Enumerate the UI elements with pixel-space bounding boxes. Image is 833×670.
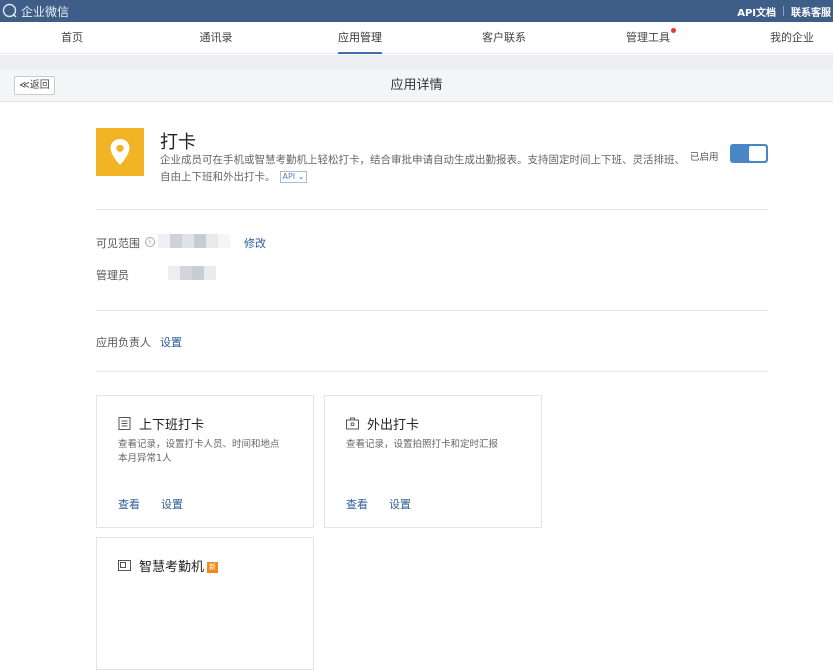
card-clock-in: 上下班打卡 查看记录，设置打卡人员、时间和地点 本月异常1人 查看 设置: [96, 395, 314, 528]
nav-item-app-management[interactable]: 应用管理: [338, 22, 382, 54]
api-tag-label: API: [282, 172, 296, 181]
notification-dot: [671, 28, 676, 33]
divider: [96, 310, 768, 311]
card-description-line: 查看记录，设置拍照打卡和定时汇报: [346, 439, 499, 450]
divider: [96, 371, 768, 372]
nav-item-management-tools[interactable]: 管理工具: [626, 22, 670, 54]
api-tag[interactable]: API ⌄: [279, 171, 308, 183]
main-nav: 首页 通讯录 应用管理 客户联系 管理工具 我的企业: [0, 22, 833, 54]
edit-visibility-link[interactable]: 修改: [244, 235, 266, 251]
back-button[interactable]: ≪返回: [14, 76, 55, 95]
status-label: 已启用: [690, 152, 719, 163]
card-description: 查看记录，设置打卡人员、时间和地点 本月异常1人: [118, 438, 308, 466]
app-description-text: 企业成员可在手机或智慧考勤机上轻松打卡，结合审批申请自动生成出勤报表。支持固定时…: [160, 154, 685, 183]
nav-item-home[interactable]: 首页: [61, 22, 83, 54]
info-icon[interactable]: i: [145, 237, 155, 247]
view-button[interactable]: 查看: [118, 496, 140, 512]
view-button[interactable]: 查看: [346, 496, 368, 512]
enable-toggle[interactable]: [730, 144, 768, 163]
attendance-machine-icon: [118, 560, 131, 571]
nav-item-my-enterprise[interactable]: 我的企业: [770, 22, 814, 54]
visibility-label: 可见范围: [96, 237, 140, 250]
admin-value: [168, 266, 216, 280]
card-title-text: 智慧考勤机: [139, 560, 205, 575]
top-links: API文档 联系客服: [737, 0, 833, 22]
section-gap: [0, 55, 833, 70]
card-description: 查看记录，设置拍照打卡和定时汇报: [346, 438, 536, 452]
new-badge: 新: [207, 562, 219, 573]
list-document-icon: [118, 417, 131, 430]
contact-support-link[interactable]: 联系客服: [791, 4, 831, 19]
divider: [96, 209, 768, 210]
set-owner-link[interactable]: 设置: [160, 334, 182, 350]
top-bar: 企业微信 API文档 联系客服: [0, 0, 833, 22]
api-doc-link[interactable]: API文档: [737, 4, 776, 19]
card-attendance-machine: 智慧考勤机新: [96, 537, 314, 670]
sub-header: 应用详情 ≪返回: [0, 70, 833, 102]
admin-label: 管理员: [96, 269, 129, 282]
card-description-line: 查看记录，设置打卡人员、时间和地点: [118, 439, 280, 450]
card-title: 上下班打卡: [139, 418, 205, 433]
nav-item-contacts[interactable]: 通讯录: [200, 22, 233, 54]
chevron-down-icon: ⌄: [297, 172, 305, 181]
app-name: 打卡: [160, 132, 196, 153]
settings-button[interactable]: 设置: [389, 496, 411, 512]
location-pin-icon: [110, 139, 130, 165]
app-icon: [96, 128, 144, 176]
card-title: 智慧考勤机新: [139, 556, 219, 575]
briefcase-icon: [346, 417, 359, 430]
card-title: 外出打卡: [367, 418, 420, 433]
page-title: 应用详情: [390, 78, 443, 93]
wecom-logo-icon: [2, 3, 17, 18]
nav-item-customer-contact[interactable]: 客户联系: [482, 22, 526, 54]
visibility-scope-value: [158, 234, 230, 248]
brand-name: 企业微信: [21, 4, 70, 19]
app-description: 企业成员可在手机或智慧考勤机上轻松打卡，结合审批申请自动生成出勤报表。支持固定时…: [160, 152, 690, 186]
owner-label: 应用负责人: [96, 336, 151, 349]
toggle-knob: [749, 146, 766, 161]
brand-logo[interactable]: 企业微信: [0, 0, 69, 22]
card-outing: 外出打卡 查看记录，设置拍照打卡和定时汇报 查看 设置: [324, 395, 542, 528]
abnormal-count: 本月异常1人: [118, 453, 172, 464]
settings-button[interactable]: 设置: [161, 496, 183, 512]
divider: [783, 6, 784, 16]
